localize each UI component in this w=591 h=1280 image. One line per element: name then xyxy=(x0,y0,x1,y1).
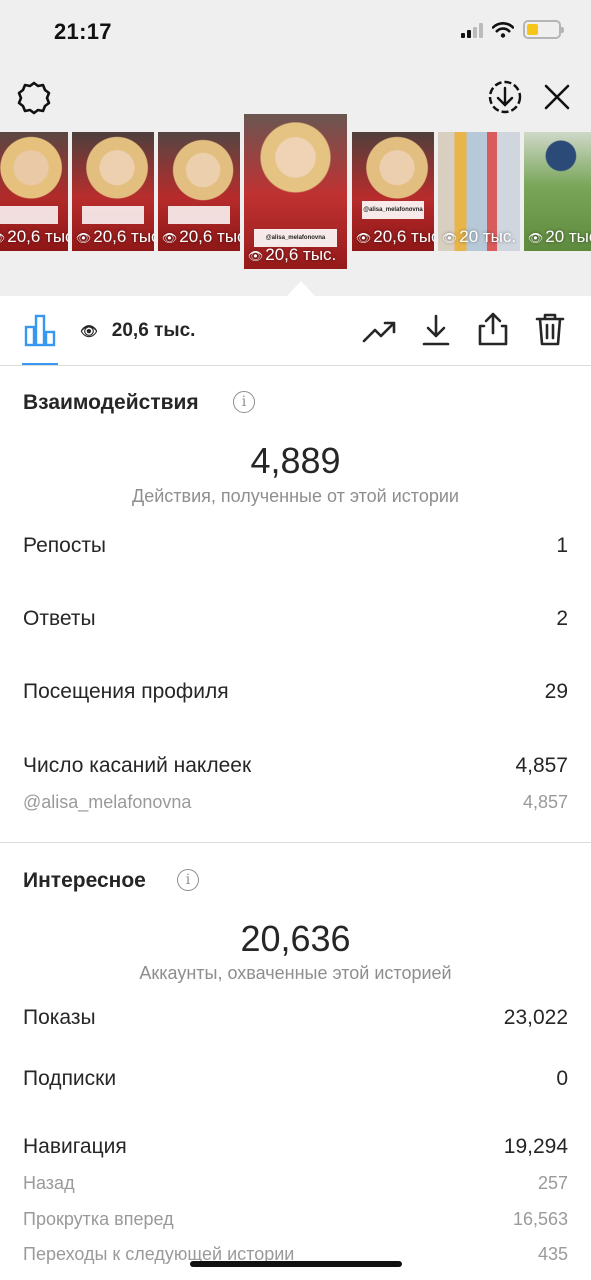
story-thumbnail[interactable]: 👁20,6 тыс. xyxy=(72,132,154,251)
metric-row-navigation: Навигация 19,294 xyxy=(23,1135,568,1158)
wifi-icon xyxy=(492,21,514,38)
selected-story-caret xyxy=(287,281,315,296)
story-thumbnail[interactable]: @alisa_melafonovna 👁20,6 тыс. xyxy=(352,132,434,251)
download-circle-icon[interactable] xyxy=(486,78,524,116)
story-thumbnail-active[interactable]: @alisa_melafonovna 👁 20,6 тыс. xyxy=(244,114,347,269)
signal-icon xyxy=(461,22,483,38)
home-indicator xyxy=(190,1261,402,1267)
metric-row-replies: Ответы 2 xyxy=(23,607,568,630)
story-thumbnail[interactable]: 👁20,6 тыс. xyxy=(0,132,68,251)
download-icon[interactable] xyxy=(420,312,452,348)
views-count-label: 20,6 тыс. xyxy=(111,320,196,341)
discovery-title: Интересное xyxy=(23,869,146,892)
metric-row-sticker-taps: Число касаний наклеек 4,857 xyxy=(23,754,568,777)
battery-icon xyxy=(523,20,564,39)
status-icons xyxy=(461,20,564,39)
status-time: 21:17 xyxy=(54,19,112,44)
story-thumbnail[interactable]: 👁20 тыс. xyxy=(438,132,520,251)
story-preview-area: 21:17 👁20,6 тыс. xyxy=(0,0,591,296)
bar-chart-icon[interactable] xyxy=(22,312,58,348)
interactions-total-label: Действия, полученные от этой истории xyxy=(132,486,459,506)
share-icon[interactable] xyxy=(476,310,510,348)
story-thumbnail[interactable]: 👁20 тыс. xyxy=(524,132,591,251)
metric-subrow-sticker-mention: @alisa_melafonovna 4,857 xyxy=(23,792,568,812)
views-count: 👁 20,6 тыс. xyxy=(80,320,195,342)
promote-trend-icon[interactable] xyxy=(360,314,398,348)
delete-trash-icon[interactable] xyxy=(533,310,567,348)
metric-row-reposts: Репосты 1 xyxy=(23,534,568,557)
metric-row-follows: Подписки 0 xyxy=(23,1067,568,1090)
metric-row-profile-visits: Посещения профиля 29 xyxy=(23,680,568,703)
eye-icon: 👁 xyxy=(80,322,98,339)
section-divider xyxy=(0,842,591,843)
story-thumbnail-strip: 👁20,6 тыс. 👁20,6 тыс. 👁20,6 тыс. @alisa_… xyxy=(0,112,591,272)
interactions-title: Взаимодействия xyxy=(23,391,199,414)
story-thumbnail[interactable]: 👁20,6 тыс. xyxy=(158,132,240,251)
interactions-total: 4,889 xyxy=(250,440,341,481)
metric-subrow-forward: Прокрутка вперед 16,563 xyxy=(23,1209,568,1229)
discovery-total: 20,636 xyxy=(240,918,351,959)
active-tab-underline xyxy=(22,363,58,365)
close-icon[interactable] xyxy=(540,80,574,114)
insights-toolbar: 👁 20,6 тыс. xyxy=(0,296,591,366)
metric-row-impressions: Показы 23,022 xyxy=(23,1006,568,1029)
interactions-info-icon[interactable]: i xyxy=(233,391,255,413)
discovery-total-label: Аккаунты, охваченные этой историей xyxy=(139,963,452,983)
discovery-info-icon[interactable]: i xyxy=(177,869,199,891)
metric-subrow-back: Назад 257 xyxy=(23,1173,568,1193)
